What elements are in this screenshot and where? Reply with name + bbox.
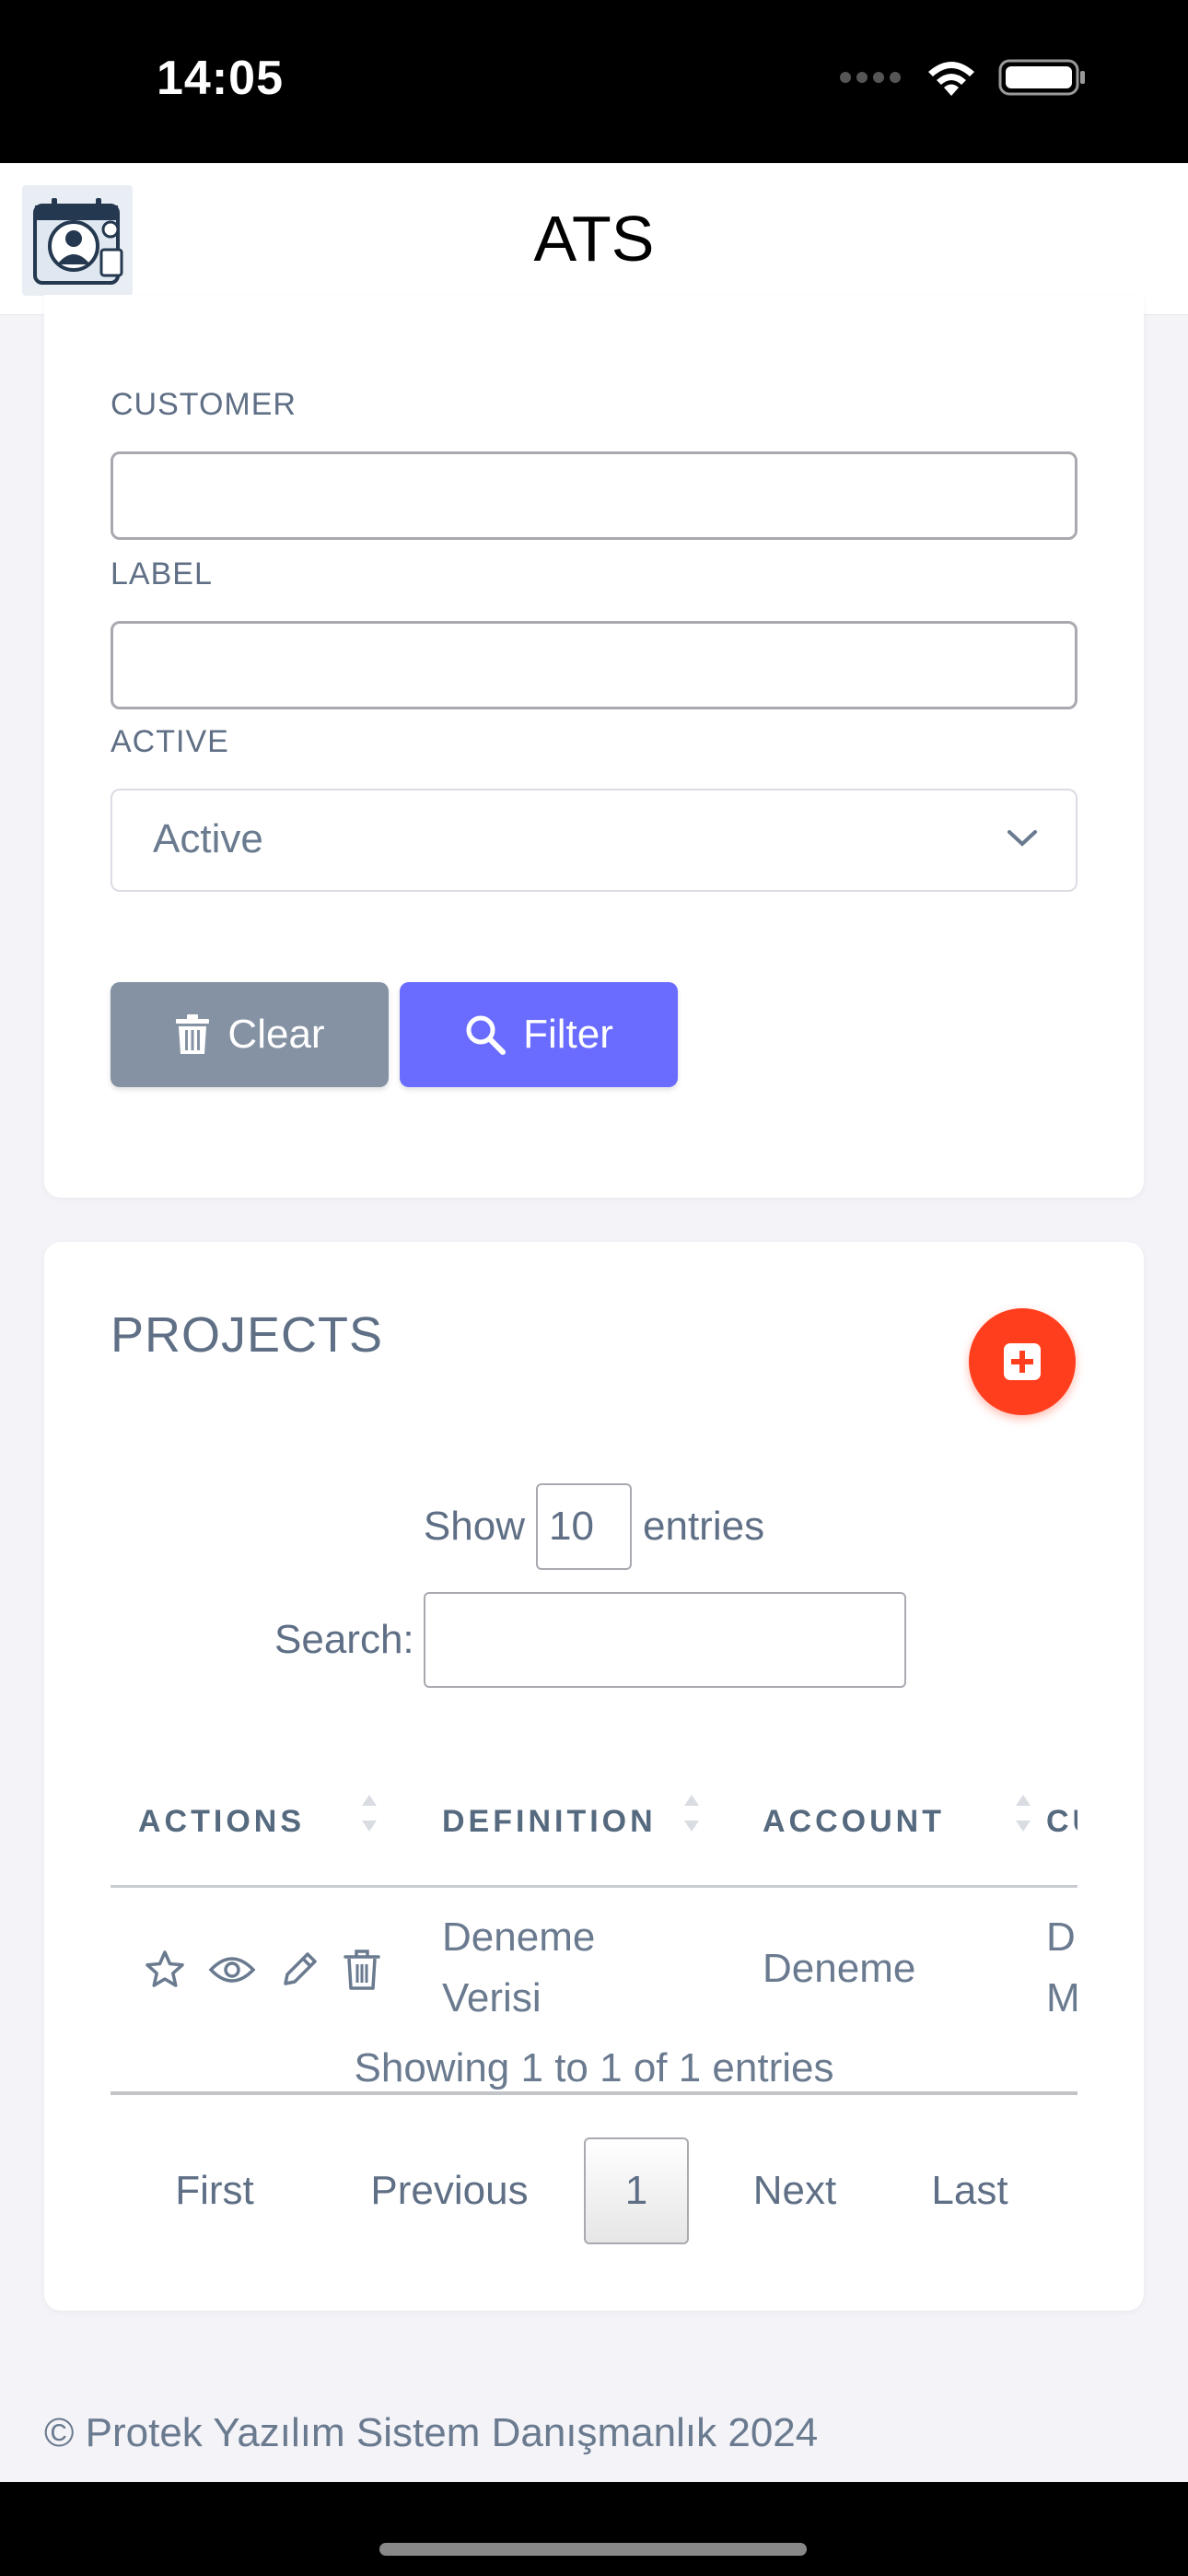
add-project-button[interactable] [969,1308,1076,1415]
footer-copyright: © Protek Yazılım Sistem Danışmanlık 2024 [44,2410,819,2455]
pagination-current-page[interactable]: 1 [584,2137,689,2244]
home-indicator[interactable] [379,2543,807,2556]
sort-icon[interactable] [681,1791,702,1835]
active-label: ACTIVE [111,724,229,759]
row-actions [144,1948,381,1992]
table-bottom-divider [111,2091,1077,2095]
status-time: 14:05 [157,52,284,105]
projects-title: PROJECTS [111,1307,384,1363]
star-icon[interactable] [144,1949,186,1991]
clear-button[interactable]: Clear [111,982,389,1087]
pagination-first[interactable]: First [146,2137,284,2244]
cell-definition-line-2: Verisi [442,1975,542,2020]
filter-button-label: Filter [523,1012,613,1057]
cell-customer-line-2: M [1046,1975,1077,2020]
active-select[interactable]: Active [111,789,1077,892]
trash-icon [176,1014,210,1054]
filter-card: CUSTOMER LABEL ACTIVE Active Clear Filte… [44,295,1144,1198]
cell-customer-line-1: D [1046,1914,1076,1960]
home-bar [0,2482,1188,2576]
cell-definition-line-1: Deneme [442,1914,596,1960]
table-search: Search: [274,1592,906,1688]
search-label: Search: [274,1617,414,1662]
cell-customer: D M [1046,1907,1077,2029]
sort-icon[interactable] [359,1791,379,1835]
pagination-next[interactable]: Next [726,2137,864,2244]
column-header-definition[interactable]: DEFINITION [442,1804,657,1840]
status-icons [840,57,1087,98]
chevron-down-icon [1007,830,1037,847]
label-input[interactable] [111,621,1077,709]
clear-button-label: Clear [227,1012,325,1057]
app-header: ATS [0,163,1188,315]
customer-input[interactable] [111,451,1077,540]
pencil-icon[interactable] [278,1949,320,1991]
cell-account: Deneme [763,1946,916,1991]
customer-label: CUSTOMER [111,387,297,422]
table-header-divider [111,1885,1077,1888]
plus-square-icon [1004,1343,1041,1380]
cell-definition: Deneme Verisi [442,1907,595,2029]
page-size-control: Show 10 entries [44,1483,1144,1570]
column-header-actions[interactable]: ACTIONS [138,1804,305,1840]
status-bar: 14:05 [0,0,1188,163]
show-suffix: entries [643,1504,765,1549]
column-header-account[interactable]: ACCOUNT [763,1804,945,1840]
wifi-icon [928,62,974,96]
projects-card: PROJECTS Show 10 entries Search: ACTIONS… [44,1242,1144,2311]
filter-button[interactable]: Filter [400,982,678,1087]
projects-table: ACTIONS DEFINITION ACCOUNT CU [111,1739,1077,2163]
eye-icon[interactable] [208,1951,256,1988]
pagination: First Previous 1 Next Last [44,2137,1144,2244]
label-label: LABEL [111,556,213,591]
battery-icon [998,59,1085,96]
app-title: ATS [533,203,655,275]
table-info: Showing 1 to 1 of 1 entries [354,2045,834,2090]
active-select-value: Active [153,816,263,861]
page-size-select[interactable]: 10 [536,1483,632,1570]
signal-icon [840,72,901,83]
search-input[interactable] [423,1592,906,1688]
pagination-previous[interactable]: Previous [348,2137,551,2244]
search-icon [466,1015,507,1055]
pagination-last[interactable]: Last [901,2137,1039,2244]
trash-icon[interactable] [343,1948,381,1992]
sort-icon[interactable] [1013,1791,1033,1835]
column-header-customer[interactable]: CU [1046,1804,1077,1840]
show-prefix: Show [423,1504,525,1549]
